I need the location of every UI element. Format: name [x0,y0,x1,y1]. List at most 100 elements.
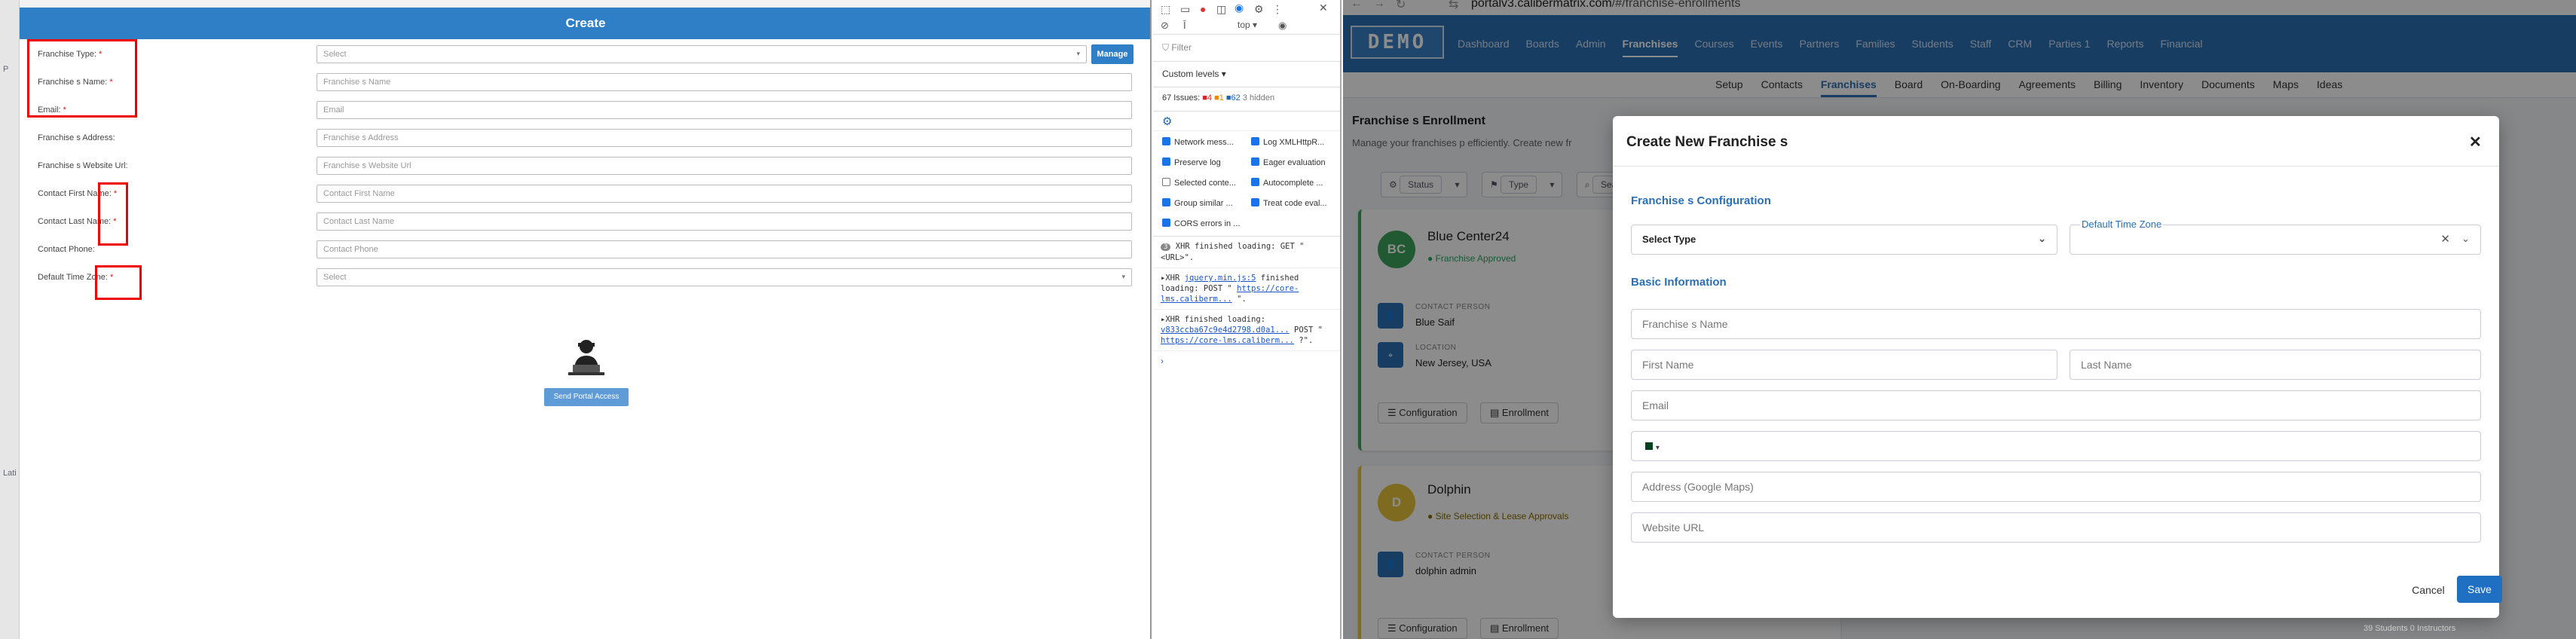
recorder-icon[interactable]: ● [1200,3,1206,15]
legacy-input[interactable]: Email [317,101,1132,119]
console-tab-icon[interactable]: ◉ [1234,2,1244,14]
device-toggle-icon[interactable]: ▭ [1180,3,1190,16]
levels-dropdown[interactable]: Custom levels ▾ [1153,62,1340,87]
cancel-button[interactable]: Cancel [2406,577,2451,603]
placeholder: Contact Last Name [323,217,395,226]
checkbox-label: CORS errors in ... [1174,219,1241,228]
card-stats: 39 Students 0 Instructors [2363,624,2456,633]
last-name-input[interactable]: Last Name [2070,350,2481,380]
warning-count-value: 1 [1219,93,1224,102]
portal-access-area: Send Portal Access [543,338,630,406]
country-flag-icon[interactable] [1642,442,1653,450]
console-setting-checkbox[interactable]: Selected conte... [1162,178,1236,188]
clear-icon[interactable]: ✕ [2440,232,2450,246]
console-setting-checkbox[interactable]: Network mess... [1162,137,1234,147]
annotation-box [98,182,128,246]
console-prompt[interactable]: › [1153,351,1340,371]
email-input[interactable]: Email [1631,390,2481,420]
log-prefix[interactable]: ▸XHR [1161,274,1179,283]
legacy-form-row: Contact Last Name: * Contact Last Name [20,212,1150,231]
issues-summary[interactable]: 67 Issues: ■4 ■1 ■62 3 hidden [1153,87,1340,112]
timezone-label: Default Time Zone [2080,219,2164,230]
legacy-form-row: Franchise s Address: Franchise s Address [20,128,1150,148]
source-link[interactable]: v833ccba67c9e4d2798.d0a1... [1161,326,1290,335]
console-setting-checkbox[interactable]: CORS errors in ... [1162,219,1240,228]
legacy-form-row: Contact First Name: * Contact First Name [20,184,1150,203]
source-link[interactable]: jquery.min.js:5 [1185,274,1256,283]
legacy-select[interactable]: Select ▾ [317,268,1132,286]
clear-console-icon[interactable]: ⊘ [1161,20,1169,32]
checkbox-label: Selected conte... [1174,179,1236,188]
console-log-entry: 3 XHR finished loading: GET "<URL>". [1153,237,1340,268]
left-gutter: P Lati [0,0,20,639]
console-setting-checkbox[interactable]: Log XMLHttpR... [1251,137,1324,147]
field-label: Franchise s Address: [38,133,115,142]
log-prefix[interactable]: ▸XHR finished loading: [1161,315,1265,324]
checkbox-icon [1251,198,1259,206]
screenshot-root: P Lati Create Franchise Type: * Select ▾ Fr… [0,0,2576,639]
franchise-name-input[interactable]: Franchise s Name [1631,309,2481,339]
divider [1613,166,2499,167]
first-name-input[interactable]: First Name [1631,350,2057,380]
checkbox-label: Network mess... [1174,138,1234,147]
create-franchise-dialog: Create New Franchise s ✕ Franchise s Con… [1613,116,2502,618]
send-portal-access-button[interactable]: Send Portal Access [544,388,629,406]
legacy-form-row: Email: * Email [20,100,1150,120]
placeholder: Select [323,273,347,282]
console-log-entry: ▸XHR finished loading: v833ccba67c9e4d27… [1153,310,1340,351]
issues-text: 67 Issues: [1162,93,1201,102]
close-icon[interactable]: ✕ [1319,2,1328,14]
manage-button[interactable]: Manage [1091,44,1134,64]
console-setting-checkbox[interactable]: Group similar ... [1162,198,1233,208]
console-setting-checkbox[interactable]: Autocomplete ... [1251,178,1323,188]
error-count: ■4 [1202,93,1212,102]
legacy-form-row: Franchise s Name: * Franchise s Name [20,72,1150,92]
sidebar-icon[interactable]: Ī [1183,20,1186,31]
sources-icon[interactable]: ◫ [1216,3,1226,16]
field-label: Franchise s Website Url: [38,161,128,170]
country-dropdown-caret[interactable]: ▾ [1656,444,1660,452]
franchise-type-select[interactable]: Select Type ⌄ [1631,225,2057,255]
dialog-title: Create New Franchise s [1626,134,1788,150]
close-icon[interactable]: ✕ [2469,133,2482,151]
console-setting-checkbox[interactable]: Preserve log [1162,157,1221,167]
inspect-icon[interactable]: ⬚ [1161,3,1170,16]
eye-icon[interactable]: ◉ [1278,20,1286,32]
console-setting-checkbox[interactable]: Treat code eval... [1251,198,1327,208]
legacy-modal-title: Create [20,8,1150,39]
filter-input[interactable]: ⛉ Filter [1153,35,1340,62]
context-select[interactable]: top ▾ [1238,20,1257,30]
checkbox-label: Log XMLHttpR... [1263,138,1325,147]
browser-window: ← → ↻ ⇆ portalv3.calibermatrix.com/#/fra… [1343,0,2576,639]
legacy-select[interactable]: Select ▾ [317,45,1087,63]
legacy-input[interactable]: Franchise s Address [317,129,1132,147]
checkbox-icon [1251,178,1259,186]
phone-input[interactable]: ▾ [1631,431,2481,461]
checkbox-label: Eager evaluation [1263,158,1326,167]
checkbox-label: Group similar ... [1174,199,1233,208]
console-settings-icon[interactable]: ⚙ [1153,112,1340,131]
field-label-text: Contact Phone: [38,245,95,254]
legacy-form-row: Contact Phone: Contact Phone [20,240,1150,259]
chevron-down-icon: ▾ [1076,50,1080,57]
legacy-input[interactable]: Franchise s Name [317,73,1132,91]
save-button[interactable]: Save [2457,576,2502,603]
address-input[interactable]: Address (Google Maps) [1631,472,2481,502]
legacy-input[interactable]: Contact Phone [317,240,1132,258]
legacy-input[interactable]: Franchise s Website Url [317,157,1132,175]
request-url[interactable]: https://core-lms.caliberm... [1161,336,1294,345]
legacy-input[interactable]: Contact First Name [317,185,1132,203]
log-text: POST " [1294,326,1323,335]
placeholder: Email [323,105,344,115]
website-input[interactable]: Website URL [1631,512,2481,543]
more-icon[interactable]: ⋮ [1272,3,1283,16]
chevron-down-icon: ⌄ [2461,233,2470,244]
log-tail: ". [1237,295,1247,304]
console-setting-checkbox[interactable]: Eager evaluation [1251,157,1326,167]
settings-icon[interactable]: ⚙ [1254,3,1264,16]
console-logs: 3 XHR finished loading: GET "<URL>". ▸XH… [1153,237,1340,351]
checkbox-icon [1251,157,1259,166]
section-basic-info: Basic Information [1631,276,1727,289]
log-text: XHR finished loading: GET "<URL>". [1161,242,1305,262]
legacy-input[interactable]: Contact Last Name [317,212,1132,231]
